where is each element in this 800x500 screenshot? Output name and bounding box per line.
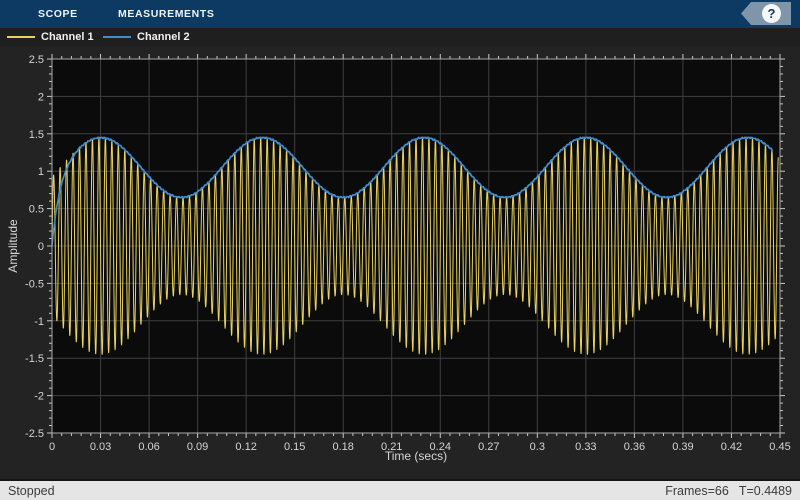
- y-axis-label: Amplitude: [6, 219, 20, 273]
- y-tick-label: 0: [38, 241, 44, 253]
- y-tick-label: -1.5: [25, 353, 44, 365]
- toolstrip: SCOPE MEASUREMENTS ?: [0, 0, 800, 28]
- y-tick-label: 1.5: [29, 129, 44, 141]
- y-tick-label: -0.5: [25, 278, 44, 290]
- legend-item-channel1[interactable]: Channel 1: [7, 28, 94, 46]
- help-button[interactable]: ?: [741, 2, 791, 25]
- y-tick-label: 1: [38, 166, 44, 178]
- frames-time-readout: Frames=66 T=0.4489: [665, 484, 792, 498]
- help-icon: ?: [762, 4, 781, 23]
- sim-time: T=0.4489: [738, 483, 792, 498]
- y-tick-label: 0.5: [29, 204, 44, 216]
- channel1-label: Channel 1: [41, 31, 94, 43]
- scope-plot: 0 0.03 0.06 0.09 0.12 0.15 0.18 0.21 0.24 0.27 0.3…: [25, 54, 791, 453]
- tab-measurements[interactable]: MEASUREMENTS: [118, 0, 214, 28]
- channel2-label: Channel 2: [137, 31, 190, 43]
- y-tick-label: 2: [38, 91, 44, 103]
- y-tick-label: 2.5: [29, 54, 44, 66]
- tab-scope[interactable]: SCOPE: [38, 0, 78, 28]
- status-bar: Stopped Frames=66 T=0.4489: [0, 479, 800, 500]
- y-tick-label: -2.5: [25, 428, 44, 440]
- channel2-line-swatch: [103, 36, 131, 38]
- time-scope-window: SCOPE MEASUREMENTS ? Channel 1 Channel 2…: [0, 0, 800, 500]
- frames-count: Frames=66: [665, 483, 729, 498]
- legend: Channel 1 Channel 2: [0, 28, 800, 46]
- y-tick-label: -2: [34, 391, 44, 403]
- legend-item-channel2[interactable]: Channel 2: [103, 28, 190, 46]
- x-axis-label: Time (secs): [384, 449, 448, 463]
- status-text: Stopped: [8, 483, 55, 498]
- channel1-line-swatch: [7, 36, 35, 38]
- y-tick-label: -1: [34, 316, 44, 328]
